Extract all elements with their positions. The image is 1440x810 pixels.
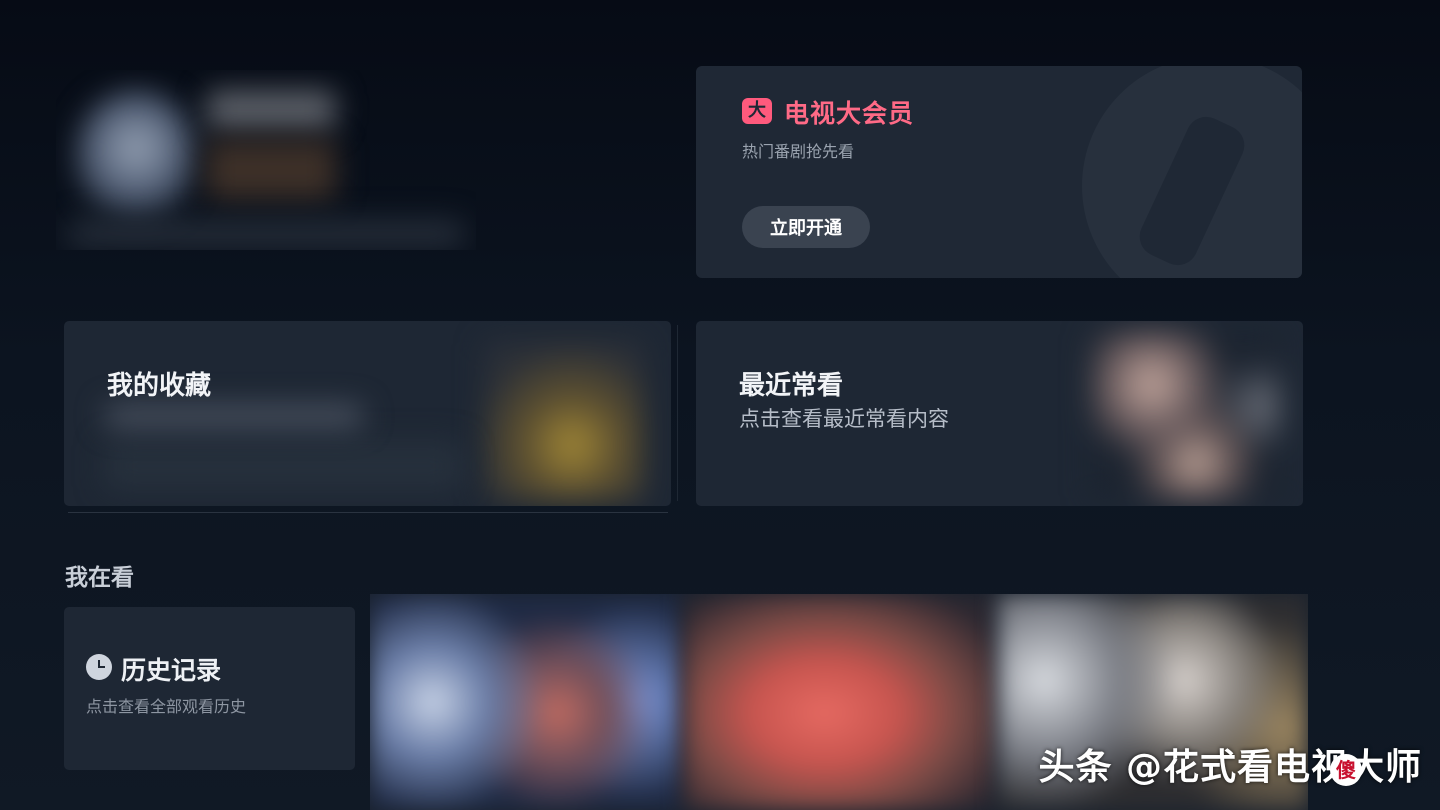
watermark-text: 头条 @花式看电视大师 — [1038, 747, 1422, 788]
vip-subtitle: 热门番剧抢先看 — [742, 142, 855, 161]
focus-underline — [68, 512, 668, 513]
clock-icon — [86, 654, 112, 680]
favorites-subtitle-blurred — [104, 405, 364, 427]
user-stats-blurred — [66, 220, 466, 248]
tile-separator — [677, 325, 678, 501]
vip-membership-card[interactable]: 大 电视大会员 热门番剧抢先看 立即开通 — [696, 66, 1302, 278]
recent-tile[interactable]: 最近常看 点击查看最近常看内容 — [696, 321, 1303, 506]
history-card[interactable]: 历史记录 点击查看全部观看历史 — [64, 607, 355, 770]
vip-badge-icon: 大 — [742, 98, 772, 124]
recent-thumbnail — [1091, 331, 1281, 499]
open-vip-button[interactable]: 立即开通 — [742, 206, 870, 248]
username-blurred — [206, 90, 336, 130]
favorites-thumbnail — [484, 341, 644, 501]
my-page: 大 电视大会员 热门番剧抢先看 立即开通 我的收藏 最近常看 点击查看最近常看内… — [0, 0, 1440, 810]
vip-title: 电视大会员 — [784, 99, 915, 128]
watching-section-title: 我在看 — [65, 565, 134, 591]
watermark-stamp: 傻 — [1330, 754, 1362, 786]
favorites-title: 我的收藏 — [107, 371, 212, 401]
favorites-preview-blurred — [104, 441, 464, 491]
vip-background-logo — [1082, 66, 1302, 278]
user-profile-blurred[interactable] — [56, 70, 476, 250]
media-card-2[interactable] — [684, 594, 996, 810]
favorites-tile[interactable]: 我的收藏 — [64, 321, 671, 506]
recent-title: 最近常看 — [739, 371, 844, 401]
avatar — [76, 90, 196, 220]
user-info-blurred — [206, 140, 336, 200]
recent-subtitle: 点击查看最近常看内容 — [739, 407, 949, 431]
history-subtitle: 点击查看全部观看历史 — [86, 697, 247, 716]
media-card-1[interactable] — [370, 594, 682, 810]
history-title: 历史记录 — [121, 656, 222, 685]
